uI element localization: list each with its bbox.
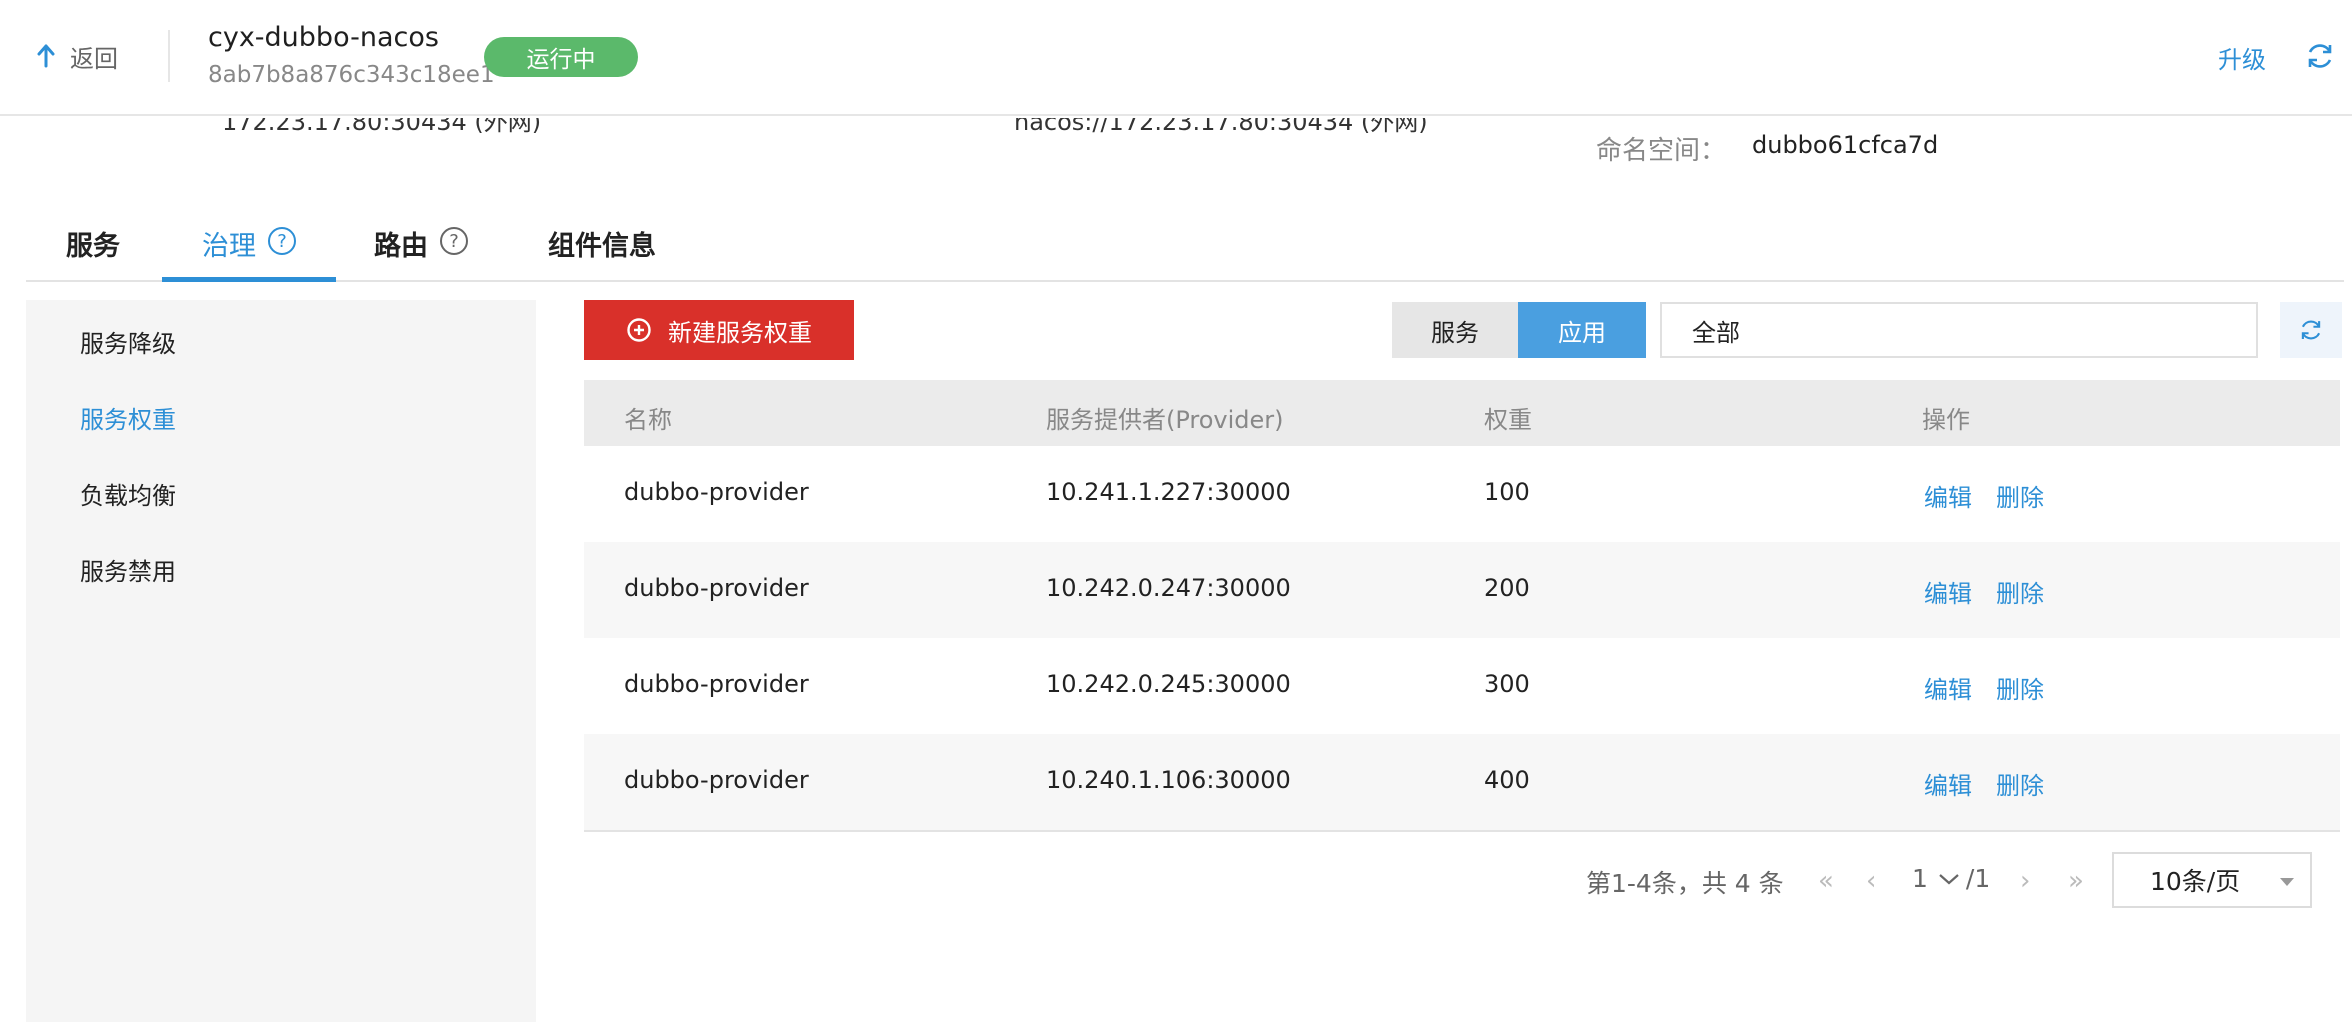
registry-address: nacos://172.23.17.80:30434 (外网)	[1014, 118, 1428, 136]
caret-down-icon	[2280, 878, 2294, 886]
governance-sidebar: 服务降级 服务权重 负载均衡 服务禁用	[26, 300, 536, 1022]
cell-name: dubbo-provider	[624, 478, 809, 506]
tab-label: 服务	[66, 231, 120, 262]
tab-label: 治理	[202, 231, 256, 262]
back-label: 返回	[70, 44, 118, 73]
column-header-name: 名称	[624, 406, 672, 434]
edit-link[interactable]: 编辑	[1924, 766, 1972, 801]
next-page-icon[interactable]: ›	[2020, 866, 2030, 896]
delete-link[interactable]: 删除	[1996, 670, 2044, 705]
new-service-weight-button[interactable]: 新建服务权重	[584, 300, 854, 360]
sidebar-item-service-weight[interactable]: 服务权重	[80, 400, 176, 435]
edit-link[interactable]: 编辑	[1924, 574, 1972, 609]
cell-name: dubbo-provider	[624, 670, 809, 698]
page-size-value: 10条/页	[2150, 867, 2241, 896]
instance-name: cyx-dubbo-nacos	[208, 22, 439, 53]
help-icon[interactable]: ?	[268, 227, 296, 255]
back-button[interactable]: 返回	[36, 36, 118, 76]
table-bottom-border	[584, 830, 2340, 832]
first-page-icon[interactable]: «	[1818, 866, 1834, 896]
table-row: dubbo-provider 10.241.1.227:30000 100 编辑…	[584, 446, 2340, 542]
pagination-summary: 第1-4条，共 4 条	[1586, 869, 1784, 898]
segment-service[interactable]: 服务	[1392, 302, 1518, 358]
cell-weight: 100	[1484, 478, 1530, 506]
prev-page-icon[interactable]: ‹	[1866, 866, 1876, 896]
refresh-icon	[2301, 320, 2321, 340]
external-address: 172.23.17.80:30434 (外网)	[222, 118, 542, 136]
sidebar-item-service-disable[interactable]: 服务禁用	[80, 552, 176, 587]
cell-weight: 200	[1484, 574, 1530, 602]
table-row: dubbo-provider 10.242.0.245:30000 300 编辑…	[584, 638, 2340, 734]
tab-routing[interactable]: 路由 ?	[374, 210, 468, 282]
status-badge: 运行中	[484, 37, 638, 77]
info-strip: 172.23.17.80:30434 (外网) nacos://172.23.1…	[0, 118, 2352, 168]
refresh-list-button[interactable]	[2280, 302, 2342, 358]
page-size-select[interactable]: 10条/页	[2112, 852, 2312, 908]
plus-circle-icon	[627, 318, 651, 342]
main-tabs: 服务 治理 ? 路由 ? 组件信息	[26, 210, 2344, 282]
cell-weight: 300	[1484, 670, 1530, 698]
tab-governance[interactable]: 治理 ?	[162, 210, 336, 282]
tab-label: 路由	[374, 231, 428, 262]
instance-id: 8ab7b8a876c343c18ee1	[208, 62, 495, 88]
cell-name: dubbo-provider	[624, 766, 809, 794]
cell-weight: 400	[1484, 766, 1530, 794]
edit-link[interactable]: 编辑	[1924, 478, 1972, 513]
current-page: 1	[1912, 864, 1928, 893]
segment-application[interactable]: 应用	[1518, 302, 1646, 358]
header-divider	[168, 30, 170, 82]
help-icon[interactable]: ?	[440, 227, 468, 255]
column-header-provider: 服务提供者(Provider)	[1046, 406, 1284, 434]
cell-provider: 10.240.1.106:30000	[1046, 766, 1291, 794]
last-page-icon[interactable]: »	[2068, 866, 2084, 896]
cell-name: dubbo-provider	[624, 574, 809, 602]
filter-select[interactable]: 全部	[1660, 302, 2258, 358]
sidebar-item-load-balance[interactable]: 负载均衡	[80, 476, 176, 511]
filter-value: 全部	[1692, 318, 1740, 347]
namespace-label: 命名空间：	[1596, 136, 1727, 166]
service-weight-table: 名称 服务提供者(Provider) 权重 操作 dubbo-provider …	[584, 380, 2340, 832]
tab-component-info[interactable]: 组件信息	[548, 210, 656, 282]
column-header-weight: 权重	[1484, 406, 1532, 434]
column-header-actions: 操作	[1922, 406, 1970, 434]
delete-link[interactable]: 删除	[1996, 574, 2044, 609]
new-button-label: 新建服务权重	[668, 318, 812, 347]
top-header: 返回 cyx-dubbo-nacos 8ab7b8a876c343c18ee1 …	[0, 0, 2352, 116]
cell-provider: 10.242.0.245:30000	[1046, 670, 1291, 698]
sidebar-item-service-degrade[interactable]: 服务降级	[80, 324, 176, 359]
table-row: dubbo-provider 10.242.0.247:30000 200 编辑…	[584, 542, 2340, 638]
tab-label: 组件信息	[548, 231, 656, 262]
delete-link[interactable]: 删除	[1996, 766, 2044, 801]
upgrade-link[interactable]: 升级	[2218, 40, 2266, 75]
refresh-icon[interactable]	[2304, 40, 2336, 72]
back-arrow-icon	[37, 44, 55, 68]
tab-service[interactable]: 服务	[66, 210, 120, 282]
cell-provider: 10.242.0.247:30000	[1046, 574, 1291, 602]
cell-provider: 10.241.1.227:30000	[1046, 478, 1291, 506]
chevron-down-icon	[1939, 873, 1959, 884]
table-row: dubbo-provider 10.240.1.106:30000 400 编辑…	[584, 734, 2340, 830]
edit-link[interactable]: 编辑	[1924, 670, 1972, 705]
delete-link[interactable]: 删除	[1996, 478, 2044, 513]
page-indicator[interactable]: 1 /1	[1912, 864, 1990, 893]
table-header: 名称 服务提供者(Provider) 权重 操作	[584, 380, 2340, 446]
total-pages: /1	[1965, 864, 1991, 893]
namespace-value: dubbo61cfca7d	[1752, 131, 1939, 159]
